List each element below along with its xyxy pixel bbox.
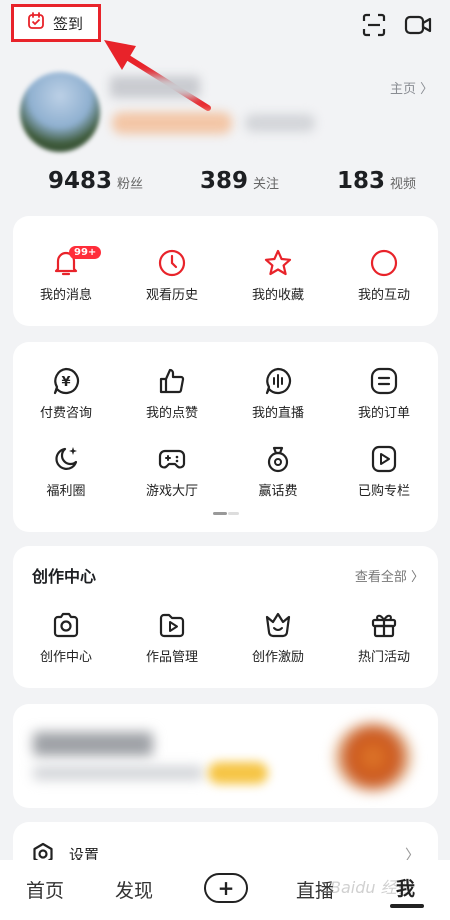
service-label: 已购专栏 — [357, 484, 410, 499]
checkin-label: 签到 — [53, 14, 84, 33]
stat-following[interactable]: 389 关注 — [200, 168, 279, 194]
quick-action-label: 我的收藏 — [251, 288, 304, 303]
quick-action-history[interactable]: 观看历史 — [119, 248, 225, 303]
banner-title-blurred — [33, 732, 153, 756]
nav-discover[interactable]: 发现 — [115, 876, 153, 903]
stat-number: 9483 — [48, 168, 113, 194]
create-plus-button[interactable]: + — [204, 873, 248, 903]
creation-item-works[interactable]: 作品管理 — [119, 610, 225, 665]
stat-number: 389 — [200, 168, 249, 194]
service-label: 赢话费 — [258, 484, 298, 499]
service-game-hall[interactable]: 游戏大厅 — [119, 444, 225, 499]
view-all-link[interactable]: 查看全部 〉 — [355, 566, 424, 585]
circle-icon — [370, 249, 398, 277]
banner-subtitle-blurred — [33, 766, 203, 780]
play-document-icon — [371, 445, 397, 473]
quick-action-label: 我的消息 — [39, 288, 92, 303]
star-icon — [264, 249, 292, 276]
nav-home[interactable]: 首页 — [26, 876, 64, 903]
services-card: ¥ 付费咨询 我的点赞 我的直播 我的订单 福利圈 游戏大厅 赢话费 已购专栏 — [13, 342, 438, 532]
creation-label: 作品管理 — [145, 650, 198, 665]
service-live[interactable]: 我的直播 — [225, 366, 331, 421]
service-label: 付费咨询 — [39, 406, 92, 421]
scan-icon[interactable] — [361, 12, 387, 38]
service-win-credit[interactable]: 赢话费 — [225, 444, 331, 499]
creation-item-activities[interactable]: 热门活动 — [331, 610, 437, 665]
stat-unit: 粉丝 — [117, 177, 144, 192]
live-audio-icon — [265, 367, 292, 395]
gamepad-icon — [158, 449, 186, 469]
quick-action-label: 观看历史 — [145, 288, 198, 303]
nav-me[interactable]: 我 — [396, 874, 415, 901]
banner-image-blurred — [333, 722, 413, 792]
moon-sparkle-icon — [55, 447, 78, 470]
calendar-check-icon — [27, 12, 45, 34]
profile-screen: 签到 主页 〉 9483 粉丝 389 关注 183 视频 99+ 我的消息 观… — [0, 0, 450, 920]
page-dot — [228, 512, 239, 515]
service-label: 我的点赞 — [145, 406, 198, 421]
camera-icon — [53, 612, 79, 638]
creation-label: 创作中心 — [39, 650, 92, 665]
stat-unit: 视频 — [390, 177, 417, 192]
notification-badge: 99+ — [69, 246, 102, 259]
crown-icon — [265, 612, 291, 638]
checkin-button[interactable]: 签到 — [11, 4, 101, 42]
avatar[interactable] — [20, 72, 100, 152]
gift-icon — [371, 614, 397, 638]
username-blurred — [110, 76, 200, 98]
nav-active-indicator — [390, 904, 424, 908]
creation-item-center[interactable]: 创作中心 — [13, 610, 119, 665]
service-paid-consult[interactable]: ¥ 付费咨询 — [13, 366, 119, 421]
quick-action-interactions[interactable]: 我的互动 — [331, 248, 437, 303]
user-tag-blurred-2 — [245, 114, 315, 132]
user-tag-blurred — [112, 112, 232, 134]
creation-label: 热门活动 — [357, 650, 410, 665]
stat-fans[interactable]: 9483 粉丝 — [48, 168, 143, 194]
svg-text:¥: ¥ — [61, 375, 70, 390]
service-likes[interactable]: 我的点赞 — [119, 366, 225, 421]
order-list-icon — [370, 367, 398, 395]
service-label: 游戏大厅 — [145, 484, 198, 499]
service-purchased-columns[interactable]: 已购专栏 — [331, 444, 437, 499]
creation-label: 创作激励 — [251, 650, 304, 665]
section-title: 创作中心 — [32, 567, 97, 586]
page-indicator — [213, 512, 239, 515]
banner-button-blurred — [208, 762, 268, 784]
service-orders[interactable]: 我的订单 — [331, 366, 437, 421]
quick-action-label: 我的互动 — [357, 288, 410, 303]
stat-videos[interactable]: 183 视频 — [337, 168, 416, 194]
money-bag-icon — [267, 446, 289, 473]
bottom-nav: 首页 发现 + 直播 Baidu 经验 我 — [0, 860, 450, 920]
creation-center-card: 创作中心 查看全部 〉 创作中心 作品管理 创作激励 热门活动 — [13, 546, 438, 688]
folder-play-icon — [159, 613, 185, 638]
homepage-link[interactable]: 主页 〉 — [390, 78, 433, 97]
creation-item-incentive[interactable]: 创作激励 — [225, 610, 331, 665]
stat-unit: 关注 — [253, 177, 280, 192]
yen-chat-icon: ¥ — [53, 367, 80, 395]
top-bar: 签到 — [0, 0, 450, 52]
clock-icon — [158, 249, 186, 277]
page-dot-active — [213, 512, 227, 515]
nav-live[interactable]: 直播 — [296, 876, 334, 903]
quick-actions-card: 99+ 我的消息 观看历史 我的收藏 我的互动 — [13, 216, 438, 326]
quick-action-messages[interactable]: 99+ 我的消息 — [13, 246, 119, 303]
service-label: 福利圈 — [46, 484, 86, 499]
video-camera-icon[interactable] — [404, 12, 432, 38]
quick-action-favorites[interactable]: 我的收藏 — [225, 248, 331, 303]
service-label: 我的直播 — [251, 406, 304, 421]
stat-number: 183 — [337, 168, 386, 194]
service-label: 我的订单 — [357, 406, 410, 421]
promo-banner[interactable] — [13, 704, 438, 808]
service-welfare[interactable]: 福利圈 — [13, 444, 119, 499]
thumbs-up-icon — [159, 368, 185, 394]
profile-stats: 9483 粉丝 389 关注 183 视频 — [0, 168, 450, 198]
